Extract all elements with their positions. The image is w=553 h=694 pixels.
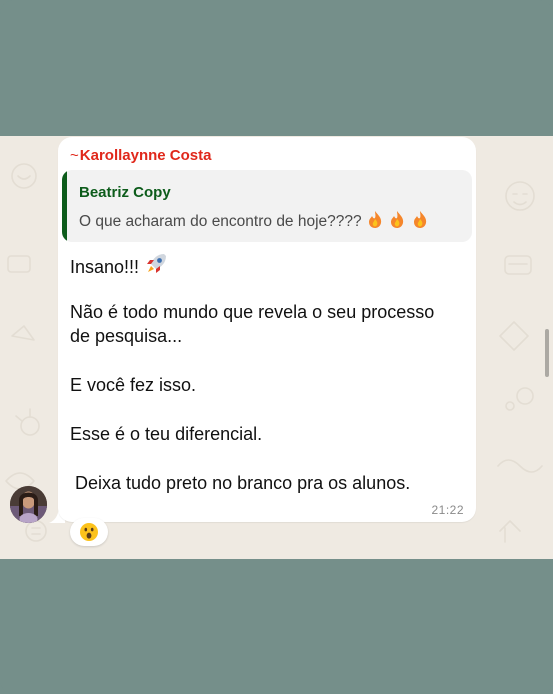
message-timestamp: 21:22 [431,503,464,517]
quoted-text: O que acharam do encontro de hoje???? [79,213,362,230]
quoted-text-line: O que acharam do encontro de hoje???? [79,210,429,231]
message-line-text: Insano!!! [70,257,140,277]
message-line: Deixa tudo preto no branco pra os alunos… [70,473,411,493]
avatar-photo [10,486,47,523]
quote-accent-bar [62,170,67,242]
fire-icon [388,211,410,230]
reaction-pill[interactable] [70,518,108,546]
message-line: Esse é o teu diferencial. [70,424,263,444]
screenshot-frame: ~Karollaynne Costa Beatriz Copy O que ac… [0,0,553,694]
message-line: Não é todo mundo que revela o seu proces… [70,302,435,322]
message-line: E você fez isso. [70,375,197,395]
scrollbar[interactable] [545,329,549,377]
message-bubble[interactable]: ~Karollaynne Costa Beatriz Copy O que ac… [58,137,476,522]
sender-avatar[interactable] [10,486,47,523]
rocket-icon [144,254,168,277]
quoted-author: Beatriz Copy [79,184,171,201]
fire-icon [366,211,388,230]
message-line: Insano!!! [70,252,168,278]
astonished-face-icon [80,523,98,541]
fire-icon [411,211,429,230]
quoted-message[interactable]: Beatriz Copy O que acharam do encontro d… [62,170,472,242]
sender-name[interactable]: ~Karollaynne Costa [70,147,211,164]
sender-name-text: Karollaynne Costa [79,147,212,164]
sender-prefix: ~ [70,147,79,164]
message-line: de pesquisa... [70,326,183,346]
